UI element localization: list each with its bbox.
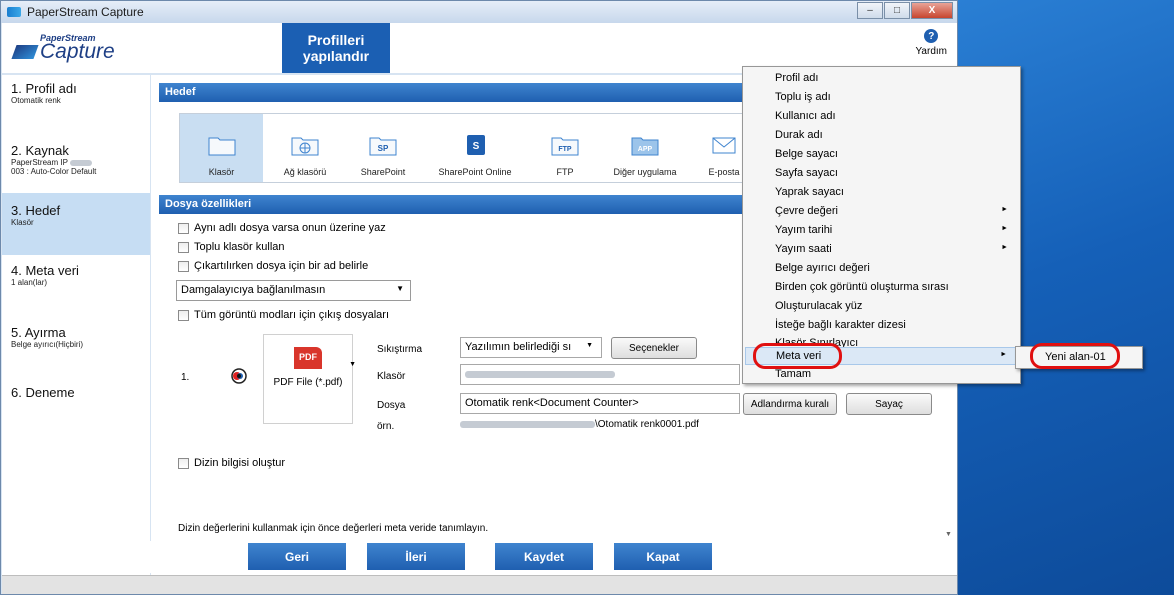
batch-folder-checkbox[interactable]: Toplu klasör kullan	[178, 241, 285, 253]
options-button[interactable]: Seçenekler	[611, 337, 697, 359]
svg-text:FTP: FTP	[558, 146, 572, 153]
chevron-down-icon: ▼	[396, 284, 404, 293]
dest-sharepoint-online[interactable]: S SharePoint Online	[425, 114, 525, 182]
checkbox-box[interactable]	[178, 309, 189, 321]
app-icon: APP	[631, 137, 659, 156]
submenu-arrow-icon: ►	[1001, 244, 1008, 251]
menu-item-release-time[interactable]: Yayım saati ►	[745, 241, 1018, 259]
dest-ftp[interactable]: FTP FTP	[535, 114, 595, 182]
email-icon	[712, 137, 736, 154]
redacted-text	[460, 420, 595, 428]
redacted-text	[70, 159, 93, 166]
menu-item-station-name[interactable]: Durak adı	[745, 127, 1018, 145]
svg-text:APP: APP	[638, 146, 653, 153]
menu-item-document-counter[interactable]: Belge sayacı	[745, 146, 1018, 164]
index-info-checkbox[interactable]: Dizin bilgisi oluştur	[178, 457, 285, 469]
back-button[interactable]: Geri	[248, 543, 346, 570]
step-metadata[interactable]: 4. Meta veri 1 alan(lar)	[2, 263, 150, 313]
menu-item-page-counter[interactable]: Sayfa sayacı	[745, 165, 1018, 183]
scroll-down-icon[interactable]: ▼	[945, 531, 952, 538]
menu-item-profile-name[interactable]: Profil adı	[745, 70, 1018, 88]
dest-other-app[interactable]: APP Diğer uygulama	[600, 114, 690, 182]
minimize-button[interactable]: –	[857, 2, 883, 19]
dest-network-folder[interactable]: Ağ klasörü	[270, 114, 340, 182]
all-modes-checkbox[interactable]: Tüm görüntü modları için çıkış dosyaları	[178, 309, 389, 321]
step-profile-name[interactable]: 1. Profil adı Otomatik renk	[2, 81, 150, 131]
menu-item-batch-name[interactable]: Toplu iş adı	[745, 89, 1018, 107]
overwrite-checkbox[interactable]: Aynı adlı dosya varsa onun üzerine yaz	[178, 222, 386, 234]
window-title: PaperStream Capture	[27, 5, 144, 19]
checkbox-box[interactable]	[178, 260, 189, 272]
menu-item-custom-string[interactable]: İsteğe bağlı karakter dizesi	[745, 317, 1018, 335]
maximize-button[interactable]: □	[884, 2, 910, 19]
color-mode-icon	[231, 368, 247, 384]
menu-item-environment-value[interactable]: Çevre değeri ►	[745, 203, 1018, 221]
dest-sharepoint[interactable]: SP SharePoint	[348, 114, 418, 182]
chevron-down-icon: ▼	[349, 361, 356, 368]
close-wizard-button[interactable]: Kapat	[614, 543, 712, 570]
counter-button[interactable]: Sayaç	[846, 393, 932, 415]
ftp-icon: FTP	[551, 137, 579, 156]
title-bar: PaperStream Capture – □ X	[1, 1, 957, 23]
naming-rule-button[interactable]: Adlandırma kuralı	[743, 393, 837, 415]
tab-configure-profiles[interactable]: Profilleri yapılandır	[282, 23, 390, 73]
svg-text:SP: SP	[378, 144, 389, 153]
help-button[interactable]: ? Yardım	[916, 29, 947, 57]
row-index: 1.	[181, 372, 190, 383]
step-destination[interactable]: 3. Hedef Klasör	[2, 193, 150, 255]
highlight-ring-metadata	[753, 343, 842, 369]
naming-rule-menu: Profil adı Toplu iş adı Kullanıcı adı Du…	[742, 66, 1021, 384]
imprinter-select[interactable]: Damgalayıcıya bağlanılmasın ▼	[176, 280, 411, 301]
wizard-steps: 1. Profil adı Otomatik renk 2. Kaynak Pa…	[2, 75, 150, 575]
checkbox-box[interactable]	[178, 457, 189, 469]
sharepoint-icon: SP	[369, 137, 397, 156]
logo-mark-icon	[11, 45, 39, 59]
menu-item-release-date[interactable]: Yayım tarihi ►	[745, 222, 1018, 240]
status-bar	[2, 575, 957, 594]
index-note: Dizin değerlerini kullanmak için önce de…	[178, 523, 489, 534]
file-format-selector[interactable]: PDF PDF File (*.pdf) ▼	[263, 334, 356, 424]
help-icon: ?	[924, 29, 939, 43]
example-path: \Otomatik renk0001.pdf	[460, 419, 699, 430]
chevron-down-icon: ▼	[586, 342, 593, 349]
checkbox-box[interactable]	[178, 241, 189, 253]
window-controls: – □ X	[856, 2, 953, 19]
sharepoint-online-icon: S	[467, 135, 485, 155]
redacted-text	[465, 370, 615, 378]
submenu-arrow-icon: ►	[1001, 206, 1008, 213]
submenu-arrow-icon: ►	[1000, 351, 1007, 358]
menu-item-user-name[interactable]: Kullanıcı adı	[745, 108, 1018, 126]
pdf-icon: PDF	[294, 347, 322, 369]
folder-icon	[208, 137, 235, 156]
menu-item-separator-value[interactable]: Belge ayırıcı değeri	[745, 260, 1018, 278]
svg-text:S: S	[473, 141, 480, 152]
paperstream-logo: PaperStream Capture	[11, 33, 115, 64]
checkbox-box[interactable]	[178, 222, 189, 234]
network-folder-icon	[291, 137, 319, 156]
menu-item-multi-image-order[interactable]: Birden çok görüntü oluşturma sırası	[745, 279, 1018, 297]
compression-select[interactable]: Yazılımın belirlediği sı ▼	[460, 337, 602, 358]
step-test[interactable]: 6. Deneme	[2, 385, 150, 415]
menu-item-output-side[interactable]: Oluşturulacak yüz	[745, 298, 1018, 316]
next-button[interactable]: İleri	[367, 543, 465, 570]
step-separation[interactable]: 5. Ayırma Belge ayırıcı(Hiçbiri)	[2, 325, 150, 375]
menu-item-sheet-counter[interactable]: Yaprak sayacı	[745, 184, 1018, 202]
dest-folder[interactable]: Klasör	[180, 114, 263, 182]
folder-path-input[interactable]	[460, 364, 740, 385]
file-name-input[interactable]: Otomatik renk<Document Counter>	[460, 393, 740, 414]
highlight-ring-new-field	[1030, 343, 1120, 369]
save-button[interactable]: Kaydet	[495, 543, 593, 570]
step-source[interactable]: 2. Kaynak PaperStream IP 003 : Auto-Colo…	[2, 135, 150, 185]
wizard-nav: Geri İleri Kaydet Kapat	[2, 541, 957, 573]
name-on-eject-checkbox[interactable]: Çıkartılırken dosya için bir ad belirle	[178, 260, 368, 272]
close-button[interactable]: X	[911, 2, 953, 19]
submenu-arrow-icon: ►	[1001, 225, 1008, 232]
app-icon	[7, 7, 21, 17]
